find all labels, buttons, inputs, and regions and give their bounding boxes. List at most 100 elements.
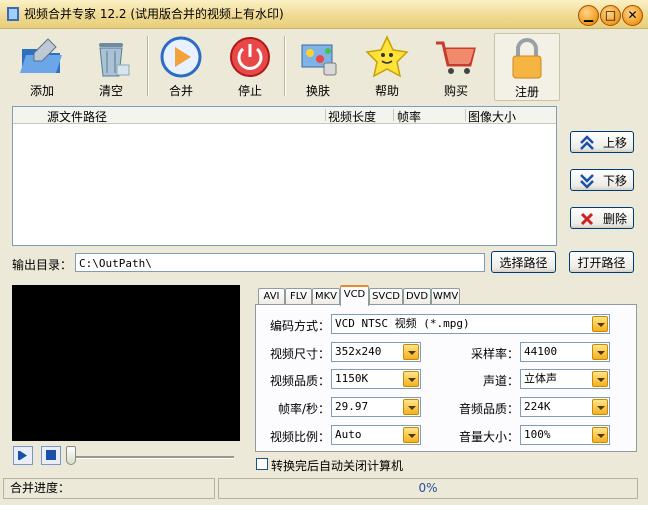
minimize-button[interactable]: ▁ — [578, 5, 599, 26]
video-quality-select[interactable]: 1150K — [331, 369, 421, 389]
file-list-header: 源文件路径 视频长度 帧率 图像大小 — [13, 107, 556, 124]
codec-select[interactable]: VCD NTSC 视频 (*.mpg) — [331, 314, 610, 334]
dropdown-arrow-icon[interactable] — [403, 371, 419, 387]
lock-icon — [512, 38, 542, 79]
buy-label: 购买 — [443, 84, 468, 98]
move-up-label: 上移 — [602, 136, 627, 150]
file-list[interactable]: 源文件路径 视频长度 帧率 图像大小 — [12, 106, 557, 246]
dropdown-arrow-icon[interactable] — [403, 399, 419, 415]
output-dir-label: 输出目录： — [12, 258, 73, 272]
sample-rate-label: 采样率： — [470, 347, 519, 361]
audio-quality-select[interactable]: 224K — [520, 397, 610, 417]
stop-preview-button[interactable] — [41, 446, 61, 465]
minimize-icon: ▁ — [583, 8, 594, 22]
shutdown-checkbox[interactable] — [256, 458, 268, 470]
video-size-select[interactable]: 352x240 — [331, 342, 421, 362]
column-framerate[interactable]: 帧率 — [397, 108, 421, 125]
status-progress-label-cell: 合并进度： — [3, 478, 215, 499]
help-button[interactable]: 帮助 — [355, 33, 419, 99]
maximize-button[interactable]: □ — [600, 5, 621, 26]
stop-label: 停止 — [237, 84, 262, 98]
dropdown-arrow-icon[interactable] — [592, 371, 608, 387]
column-image-size[interactable]: 图像大小 — [468, 108, 516, 125]
progress-percent: 0% — [418, 481, 438, 495]
buy-button[interactable]: 购买 — [424, 33, 488, 99]
dropdown-arrow-icon[interactable] — [592, 399, 608, 415]
skin-button[interactable]: 换肤 — [286, 33, 350, 99]
title-bar[interactable]: 视频合并专家 12.2 (试用版合并的视频上有水印) ▁ □ ✕ — [0, 0, 648, 29]
open-path-button[interactable]: 打开路径 — [569, 251, 634, 273]
help-label: 帮助 — [374, 84, 399, 98]
star-icon — [365, 35, 409, 78]
delete-button[interactable]: 删除 — [570, 207, 634, 229]
trash-icon — [99, 43, 130, 77]
codec-value: VCD NTSC 视频 (*.mpg) — [335, 317, 470, 330]
add-button[interactable]: 添加 — [10, 33, 74, 99]
volume-select[interactable]: 100% — [520, 425, 610, 445]
tab-avi[interactable]: AVI — [258, 288, 285, 305]
aspect-ratio-select[interactable]: Auto — [331, 425, 421, 445]
play-icon — [160, 36, 202, 78]
framerate-value: 29.97 — [335, 400, 369, 413]
stop-button[interactable]: 停止 — [218, 33, 282, 99]
framerate-label: 帧率/秒： — [277, 402, 330, 416]
delete-x-icon — [580, 212, 594, 226]
column-divider — [465, 109, 466, 121]
aspect-ratio-label: 视频比例： — [269, 430, 330, 444]
dropdown-arrow-icon[interactable] — [403, 427, 419, 443]
skin-label: 换肤 — [305, 84, 330, 98]
video-quality-value: 1150K — [335, 372, 369, 385]
sample-rate-select[interactable]: 44100 — [520, 342, 610, 362]
dropdown-arrow-icon[interactable] — [592, 316, 608, 332]
clear-label: 清空 — [98, 84, 123, 98]
tab-flv[interactable]: FLV — [285, 288, 312, 305]
clear-button[interactable]: 清空 — [79, 33, 143, 99]
column-source-path[interactable]: 源文件路径 — [47, 108, 107, 125]
aspect-ratio-value: Auto — [335, 428, 362, 441]
move-up-button[interactable]: 上移 — [570, 131, 634, 153]
channels-value: 立体声 — [524, 372, 557, 385]
tab-vcd[interactable]: VCD — [340, 285, 369, 306]
play-icon — [18, 451, 27, 460]
maximize-icon: □ — [604, 8, 617, 22]
delete-label: 删除 — [602, 212, 627, 226]
framerate-select[interactable]: 29.97 — [331, 397, 421, 417]
audio-quality-value: 224K — [524, 400, 551, 413]
dropdown-arrow-icon[interactable] — [403, 344, 419, 360]
cart-icon — [436, 41, 476, 74]
column-divider — [393, 109, 394, 121]
video-size-label: 视频尺寸： — [269, 347, 330, 361]
tab-svcd[interactable]: SVCD — [369, 288, 403, 305]
seek-track[interactable] — [68, 456, 234, 459]
progress-bar: 0% — [218, 478, 638, 499]
channels-select[interactable]: 立体声 — [520, 369, 610, 389]
register-label: 注册 — [514, 85, 539, 99]
close-button[interactable]: ✕ — [622, 5, 643, 26]
app-icon — [7, 7, 19, 21]
shutdown-label: 转换完后自动关闭计算机 — [271, 459, 404, 473]
merge-label: 合并 — [168, 84, 193, 98]
tab-dvd[interactable]: DVD — [403, 288, 431, 305]
sample-rate-value: 44100 — [524, 345, 558, 358]
add-label: 添加 — [29, 84, 54, 98]
register-button[interactable]: 注册 — [494, 33, 560, 101]
channels-label: 声道： — [482, 374, 519, 388]
seek-slider-handle[interactable] — [66, 446, 76, 465]
column-duration[interactable]: 视频长度 — [328, 108, 376, 125]
video-size-value: 352x240 — [335, 345, 382, 358]
dropdown-arrow-icon[interactable] — [592, 427, 608, 443]
output-path-field[interactable]: C:\OutPath\ — [75, 253, 485, 272]
volume-value: 100% — [524, 428, 551, 441]
tab-wmv[interactable]: WMV — [431, 288, 460, 305]
choose-path-button[interactable]: 选择路径 — [491, 251, 556, 273]
dropdown-arrow-icon[interactable] — [592, 344, 608, 360]
tab-mkv[interactable]: MKV — [312, 288, 340, 305]
move-down-label: 下移 — [602, 174, 627, 188]
volume-label: 音量大小： — [458, 430, 519, 444]
double-down-arrow-icon — [580, 174, 594, 189]
move-down-button[interactable]: 下移 — [570, 169, 634, 191]
power-icon — [230, 37, 270, 77]
window-title: 视频合并专家 12.2 (试用版合并的视频上有水印) — [24, 7, 284, 21]
merge-button[interactable]: 合并 — [149, 33, 213, 99]
play-preview-button[interactable] — [13, 446, 33, 465]
